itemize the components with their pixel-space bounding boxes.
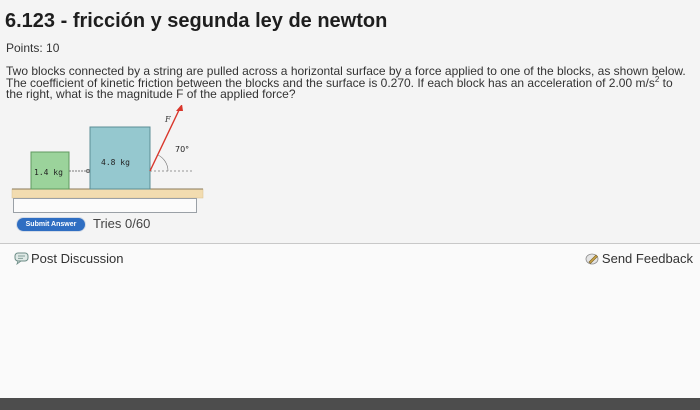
- post-discussion-label: Post Discussion: [31, 251, 124, 266]
- answer-input[interactable]: [13, 198, 197, 213]
- problem-text: Two blocks connected by a string are pul…: [6, 64, 691, 101]
- tries-counter: Tries 0/60: [93, 216, 151, 231]
- force-label: F: [164, 115, 171, 124]
- blocks-diagram: 1.4 kg 4.8 kg F 70°: [11, 105, 204, 199]
- bottom-band: [0, 398, 700, 410]
- submit-answer-button[interactable]: Submit Answer: [17, 218, 85, 231]
- send-feedback-label: Send Feedback: [601, 251, 693, 266]
- large-block-label: 4.8 kg: [101, 158, 130, 167]
- points-label: Points: 10: [6, 41, 60, 55]
- small-block-label: 1.4 kg: [34, 168, 63, 177]
- speech-bubble-icon: [14, 252, 29, 265]
- post-discussion-link[interactable]: Post Discussion: [14, 251, 123, 266]
- send-feedback-link[interactable]: Send Feedback: [585, 251, 693, 266]
- force-arrow-head: [176, 105, 183, 111]
- page-title: 6.123 - fricción y segunda ley de newton: [5, 10, 388, 32]
- ground-surface: [11, 188, 204, 199]
- angle-arc: [157, 154, 169, 172]
- angle-label: 70°: [175, 145, 189, 154]
- problem-text-main: Two blocks connected by a string are pul…: [6, 64, 686, 90]
- pencil-feedback-icon: [585, 253, 599, 265]
- discussion-bar: Post Discussion Send Feedback: [0, 243, 700, 399]
